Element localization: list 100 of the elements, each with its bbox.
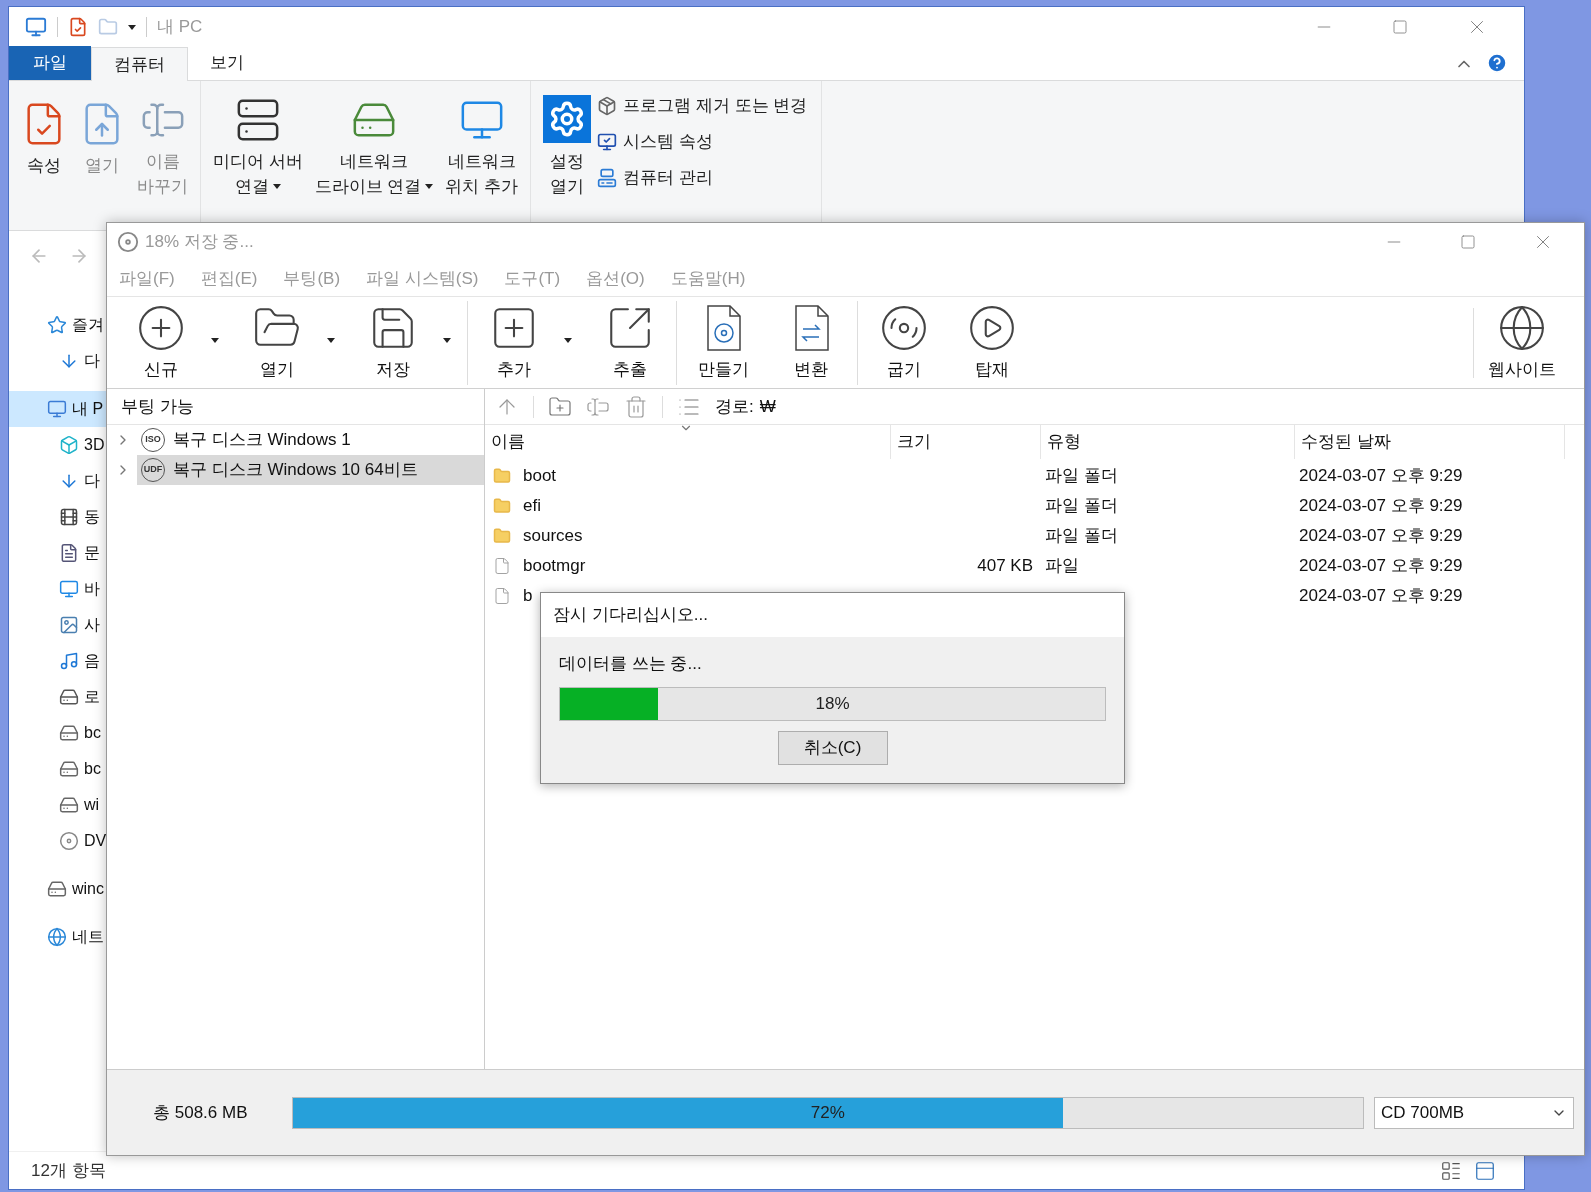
ribbon-button[interactable]: 네트워크 드라이브 연결 — [308, 81, 440, 199]
nav-item[interactable]: 동 — [9, 499, 106, 535]
nav-item[interactable]: 즐겨 — [9, 307, 106, 343]
new-folder-icon[interactable] — [548, 394, 572, 419]
dropdown-caret-icon — [211, 338, 219, 343]
tree-item[interactable]: ISO 복구 디스크 Windows 1 — [137, 425, 484, 455]
ribbon-tab[interactable]: 파일 — [9, 46, 91, 80]
toolbar-button[interactable]: 굽기 — [864, 300, 944, 385]
ribbon-tab[interactable]: 보기 — [188, 46, 266, 80]
toolbar-button[interactable]: 저장 — [353, 300, 468, 385]
document-icon — [59, 543, 79, 563]
file-date: 2024-03-07 오후 9:29 — [1299, 526, 1463, 546]
item-count: 12개 항목 — [31, 1159, 106, 1182]
drive-icon — [59, 795, 79, 815]
image-icon — [59, 615, 79, 635]
toolbar-button[interactable]: 변환 — [771, 300, 858, 385]
ribbon-button[interactable]: 미디어 서버 연결 — [207, 81, 309, 199]
nav-label: 동 — [84, 507, 100, 527]
column-header[interactable]: 이름 — [485, 425, 891, 459]
file-type: 파일 폴더 — [1045, 496, 1118, 516]
nav-label: 음 — [84, 651, 100, 671]
pane-header: 부팅 가능 — [121, 395, 194, 418]
check-document-icon[interactable] — [68, 17, 88, 37]
nav-item[interactable]: 문 — [9, 535, 106, 571]
website-button[interactable]: 웹사이트 — [1474, 300, 1570, 385]
nav-label: bc — [84, 759, 101, 779]
nav-item[interactable]: 다 — [9, 343, 106, 379]
ribbon-small-button[interactable]: 시스템 속성 — [597, 127, 808, 157]
file-name: bootmgr — [523, 555, 586, 578]
file-name: efi — [523, 495, 541, 518]
dialog-title: 잠시 기다리십시오... — [553, 604, 708, 627]
dropdown-caret-icon — [128, 24, 136, 30]
trash-icon[interactable] — [624, 394, 648, 419]
nav-item[interactable]: 내 P — [9, 391, 106, 427]
drive-icon — [59, 687, 79, 707]
progress-reading: 72% — [810, 1101, 845, 1124]
nav-item[interactable]: 음 — [9, 643, 106, 679]
file-date: 2024-03-07 오후 9:29 — [1299, 496, 1463, 516]
caret-icon — [272, 184, 281, 189]
ribbon-small-button[interactable]: 프로그램 제거 또는 변경 — [597, 91, 808, 121]
tree-label: 복구 디스크 Windows 10 64비트 — [173, 459, 418, 482]
ribbon-button[interactable]: 설정 열기 — [537, 81, 598, 199]
nav-label: winc — [72, 879, 104, 899]
toolbar-button[interactable]: 만들기 — [683, 300, 763, 385]
settings-icon — [543, 95, 592, 143]
help-icon[interactable] — [1486, 52, 1508, 74]
file-date: 2024-03-07 오후 9:29 — [1299, 466, 1463, 486]
ribbon-button[interactable]: 네트워크 위치 추가 — [439, 81, 525, 199]
nav-label: DV — [84, 831, 106, 851]
toolbar-button[interactable]: 추출 — [590, 300, 677, 385]
toolbar-button[interactable]: 추가 — [474, 300, 582, 385]
column-header[interactable]: 유형 — [1041, 425, 1295, 459]
folder-icon — [493, 497, 511, 515]
nav-item[interactable]: 다 — [9, 463, 106, 499]
nav-item[interactable]: 네트 — [9, 919, 106, 955]
ribbon-small-button[interactable]: 컴퓨터 관리 — [597, 163, 808, 193]
toolbar-button[interactable]: 탑재 — [952, 300, 1032, 385]
nav-item[interactable]: 3D — [9, 427, 106, 463]
file-type: 파일 폴더 — [1045, 466, 1118, 486]
tree-item[interactable]: UDF 복구 디스크 Windows 10 64비트 — [137, 455, 484, 485]
nav-label: 로 — [84, 687, 100, 707]
file-size: 407 KB — [977, 555, 1033, 578]
monitor-icon — [59, 579, 79, 599]
folder-icon[interactable] — [98, 17, 118, 37]
drive-icon — [59, 723, 79, 743]
nav-label: 다 — [84, 471, 100, 491]
file-name: b — [523, 585, 533, 608]
cancel-button[interactable]: 취소(C) — [777, 730, 888, 765]
maximize-icon[interactable] — [1460, 234, 1476, 250]
nav-label: 네트 — [72, 927, 104, 947]
toolbar-button[interactable]: 열기 — [237, 300, 345, 385]
nav-item[interactable]: 로 — [9, 679, 106, 715]
nav-item[interactable]: DV — [9, 823, 106, 859]
file-date: 2024-03-07 오후 9:29 — [1299, 586, 1463, 606]
nav-item[interactable]: 바 — [9, 571, 106, 607]
ribbon-button[interactable]: 속성 — [15, 81, 73, 199]
disc-icon — [59, 831, 79, 851]
nav-item[interactable]: winc — [9, 871, 106, 907]
caret-icon — [425, 184, 434, 189]
nav-label: 다 — [84, 351, 100, 371]
path-value: ₩ — [759, 395, 776, 418]
nav-item[interactable]: wi — [9, 787, 106, 823]
large-icons-view-icon[interactable] — [1474, 1159, 1496, 1182]
file-icon — [493, 587, 511, 605]
details-view-icon[interactable] — [1440, 1159, 1462, 1182]
maximize-icon[interactable] — [1392, 19, 1408, 35]
media-size-dropdown[interactable]: CD 700MB — [1374, 1096, 1574, 1129]
total-size: 총 508.6 MB — [153, 1101, 248, 1124]
nav-item[interactable]: bc — [9, 715, 106, 751]
column-header[interactable]: 수정된 날짜 — [1295, 425, 1565, 459]
nav-item[interactable]: bc — [9, 751, 106, 787]
nav-label: 즐겨 — [72, 315, 104, 335]
nav-item[interactable]: 사 — [9, 607, 106, 643]
folder-icon — [493, 467, 511, 485]
nav-label: 내 P — [72, 399, 104, 419]
toolbar-button[interactable]: 신규 — [121, 300, 229, 385]
dropdown-caret-icon — [443, 338, 451, 343]
column-header[interactable]: 크기 — [891, 425, 1041, 459]
ribbon-tab[interactable]: 컴퓨터 — [91, 47, 188, 81]
dialog-message: 데이터를 쓰는 중... — [559, 653, 703, 675]
